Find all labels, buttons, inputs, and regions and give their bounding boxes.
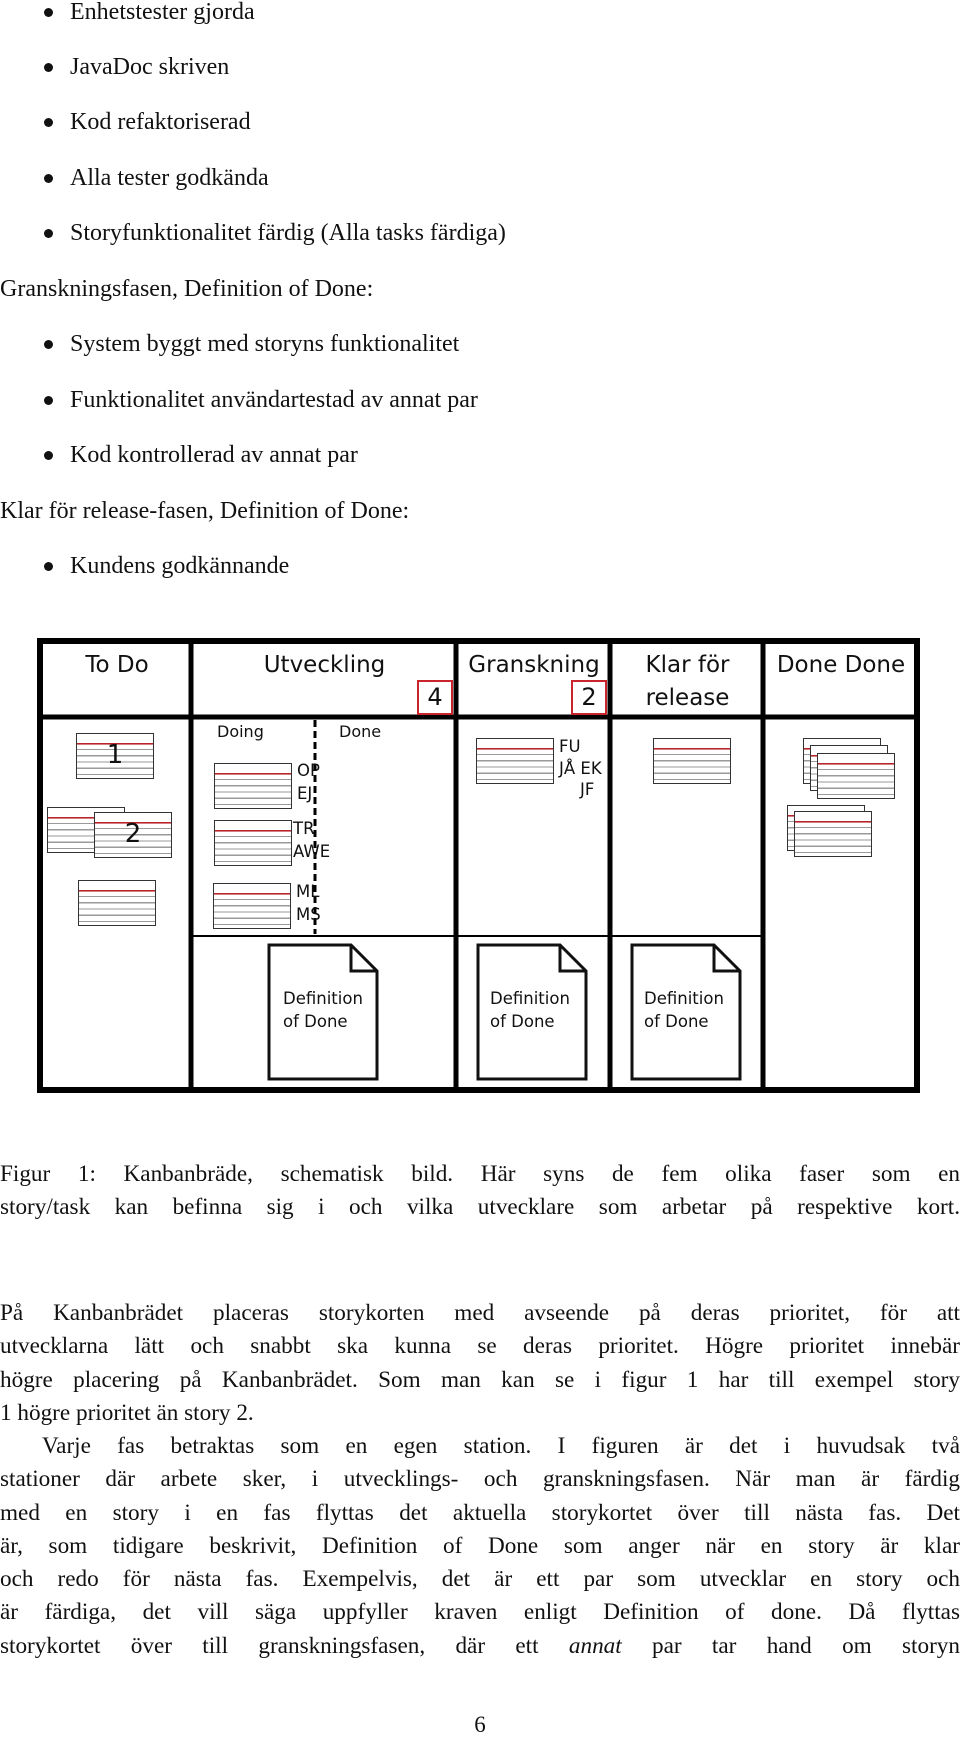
paragraph-last-line: storykortet över till granskningsfasen, … xyxy=(0,1632,960,1659)
story-card xyxy=(78,880,156,926)
bullet-icon xyxy=(44,118,53,127)
section-heading: Granskningsfasen, Definition of Done: xyxy=(0,276,374,302)
dod-label: Definition of Done xyxy=(644,989,724,1031)
list-item: Enhetstester gjorda xyxy=(70,0,255,25)
story-priority: 1 xyxy=(106,740,124,770)
figure-caption: Figur 1: Kanbanbräde, schematisk bild. H… xyxy=(0,1161,960,1221)
wip-limit-badge: 4 xyxy=(417,680,453,715)
list-item: Kundens godkännande xyxy=(70,553,290,579)
section-heading: Klar för release-fasen, Definition of Do… xyxy=(0,498,410,524)
list-item: Storyfunktionalitet färdig (Alla tasks f… xyxy=(70,220,506,246)
list-item: JavaDoc skriven xyxy=(70,54,230,80)
bullet-icon xyxy=(44,451,53,460)
column-header-utveckling: Utveckling xyxy=(263,652,386,678)
story-card xyxy=(817,753,895,799)
page-number: 6 xyxy=(474,1712,486,1737)
story-card xyxy=(214,763,292,809)
bullet-icon xyxy=(44,396,53,405)
subcolumn-done-label: Done xyxy=(339,722,382,741)
bullet-icon xyxy=(44,229,53,238)
list-item: System byggt med storyns funktionalitet xyxy=(70,331,460,357)
list-item: Kod kontrollerad av annat par xyxy=(70,442,358,468)
story-card: 2 xyxy=(94,812,172,858)
bullet-icon xyxy=(44,174,53,183)
bullet-icon xyxy=(44,340,53,349)
dod-label: Definition of Done xyxy=(490,989,570,1031)
bullet-icon xyxy=(44,562,53,571)
bullet-icon xyxy=(44,8,53,17)
developer-initials: FU JÅ EK JF xyxy=(559,737,602,799)
developer-initials: OP EJ xyxy=(297,761,320,803)
story-card xyxy=(653,738,731,784)
emphasis: annat xyxy=(568,1632,622,1659)
bullet-icon xyxy=(44,63,53,72)
column-header-todo: To Do xyxy=(85,652,149,678)
story-card xyxy=(794,811,872,857)
wip-limit-badge: 2 xyxy=(571,680,607,715)
story-card xyxy=(214,820,292,866)
story-priority: 2 xyxy=(124,819,142,849)
developer-initials: TR AWE xyxy=(293,819,331,861)
column-header-granskning: Granskning xyxy=(468,652,600,678)
dod-label: Definition of Done xyxy=(283,989,363,1031)
column-header-done-done: Done Done xyxy=(776,652,906,678)
column-header-klar-for-release: Klar för release xyxy=(645,652,730,711)
body-paragraph: På Kanbanbrädet placeras storykorten med… xyxy=(0,1300,960,1426)
developer-initials: ML MS xyxy=(296,882,321,924)
kanban-board-figure: To Do Utveckling Granskning Klar för rel… xyxy=(37,638,920,1093)
subcolumn-doing-label: Doing xyxy=(217,722,264,741)
body-paragraph: Varje fas betraktas som en egen station.… xyxy=(0,1430,960,1663)
story-card xyxy=(476,738,554,784)
story-card xyxy=(213,883,291,929)
story-card: 1 xyxy=(76,733,154,779)
list-item: Funktionalitet användartestad av annat p… xyxy=(70,387,478,413)
list-item: Alla tester godkända xyxy=(70,165,269,191)
list-item: Kod refaktoriserad xyxy=(70,109,251,135)
